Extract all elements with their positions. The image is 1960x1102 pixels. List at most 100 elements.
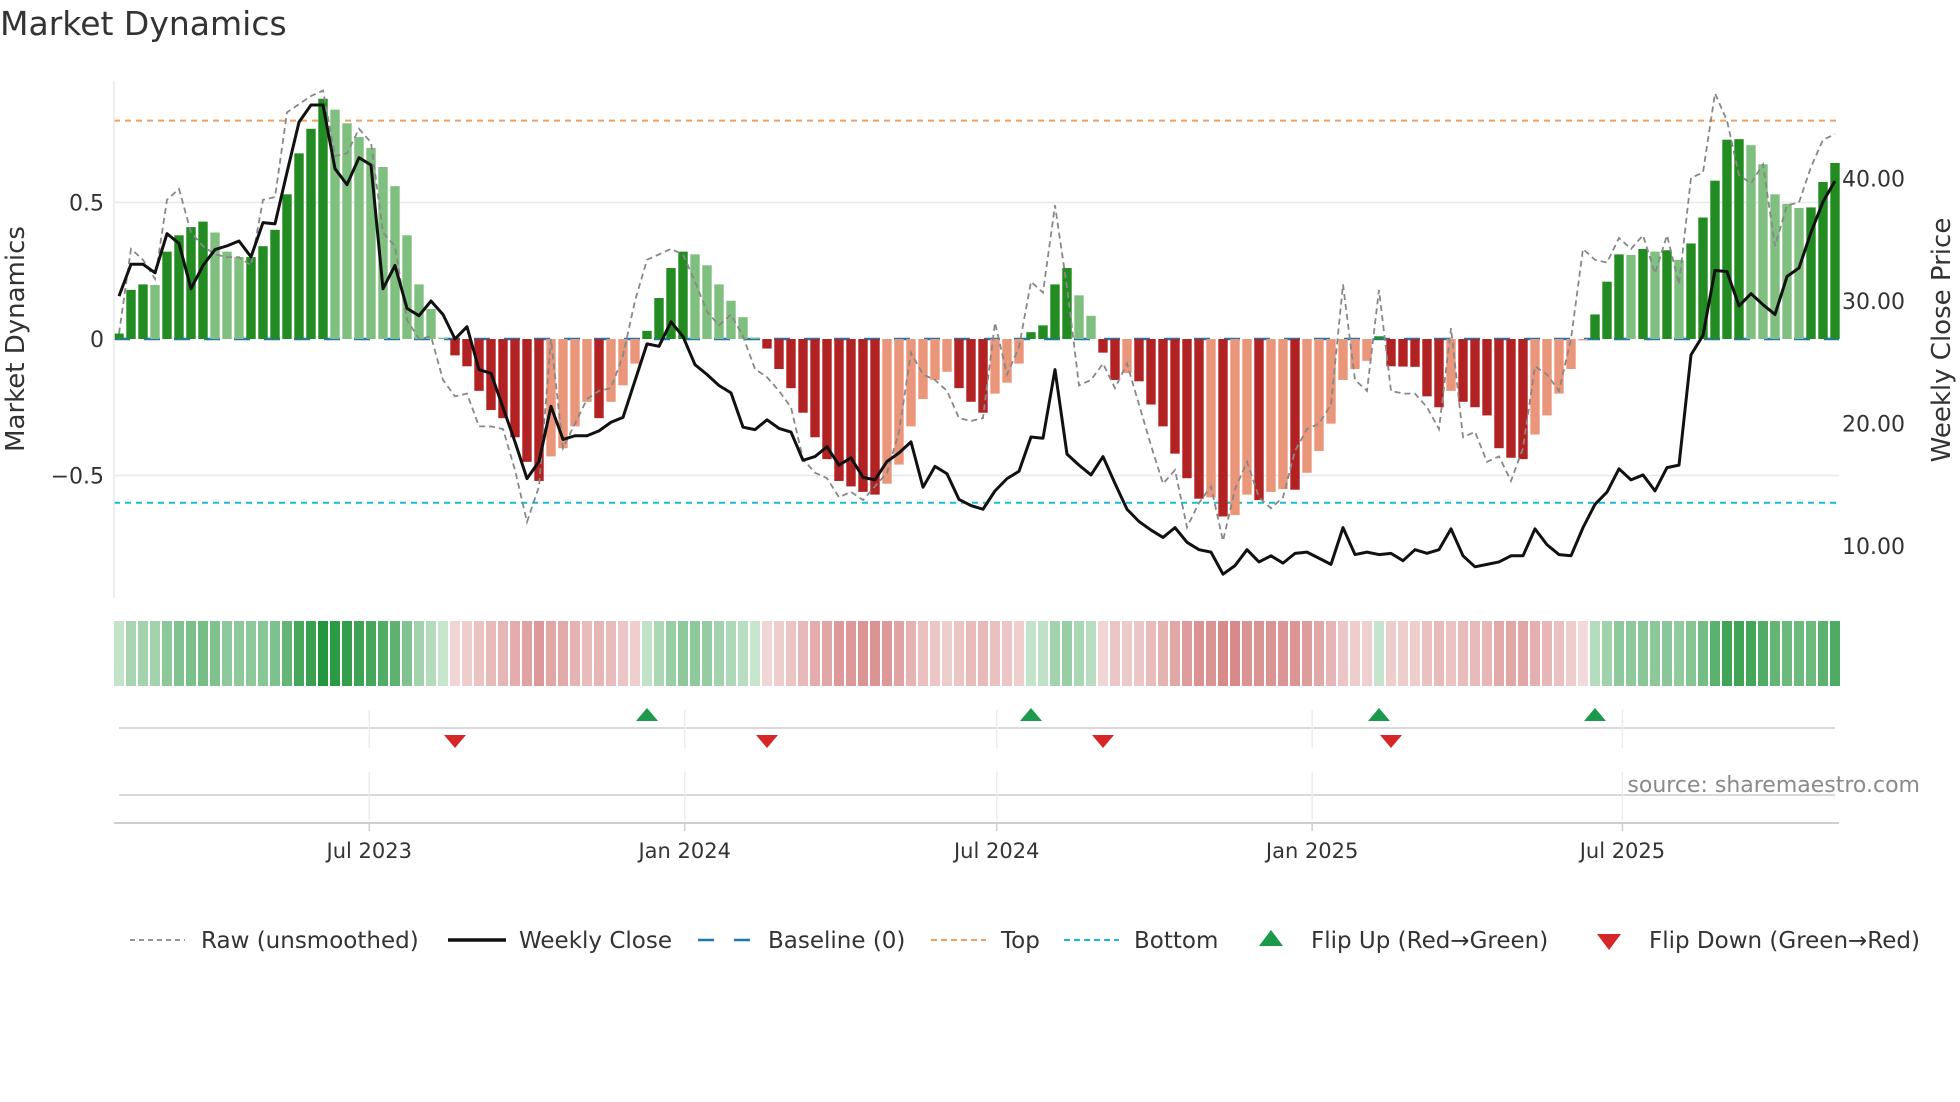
heat-strip-cell [1386,621,1396,686]
y2-tick-label: 30.00 [1842,290,1905,315]
heat-strip-cell [378,621,388,686]
heat-strip-cell [1326,621,1336,686]
heat-strip-cell [498,621,508,686]
dynamics-bar [1782,203,1792,339]
y-tick-label: 0 [90,328,104,353]
heat-strip-cell [1482,621,1492,686]
dynamics-bar [438,337,448,339]
heat-strip-cell [1002,621,1012,686]
dynamics-bar [1206,339,1216,498]
heat-strip-cell [1686,621,1696,686]
heat-strip-cell [246,621,256,686]
heat-strip-cell [474,621,484,686]
heat-strip-cell [198,621,208,686]
heat-strip-cell [1698,621,1708,686]
heat-strip-cell [750,621,760,686]
heat-strip-cell [1218,621,1228,686]
heat-strip-cell [450,621,460,686]
heat-strip-cell [1374,621,1384,686]
heat-strip-cell [258,621,268,686]
dynamics-bar [1734,139,1744,339]
dynamics-bar [1494,339,1504,449]
dynamics-bar [1026,332,1036,339]
dynamics-bar [270,229,280,339]
dynamics-bar [894,339,904,465]
heat-strip-cell [1158,621,1168,686]
heat-strip-cell [834,621,844,686]
flip-up-marker [1368,708,1390,721]
dynamics-bar [342,123,352,339]
heat-strip-cell [1026,621,1036,686]
dynamics-bar [1410,339,1420,367]
legend-label: Bottom [1134,928,1218,954]
dynamics-bar [582,339,592,402]
heat-strip-cell [186,621,196,686]
flip-down-marker [1380,735,1402,748]
dynamics-bar [1098,339,1108,353]
heat-strip-cell [1650,621,1660,686]
heat-strip-cell [1626,621,1636,686]
heat-strip-cell [1734,621,1744,686]
heat-strip-cell [1302,621,1312,686]
heat-strip-cell [1254,621,1264,686]
dynamics-bar [1578,339,1588,341]
dynamics-bar [1314,339,1324,451]
dynamics-bar [126,289,136,339]
dynamics-bar [1794,207,1804,339]
dynamics-bar [1422,339,1432,397]
heat-strip-cell [1122,621,1132,686]
dynamics-bar [978,339,988,413]
heat-strip-cell [174,621,184,686]
raw-line [118,89,1836,542]
dynamics-bar [1746,145,1756,339]
dynamics-bar [1182,339,1192,479]
heat-strip-cell [570,621,580,686]
heat-strip-cell [1506,621,1516,686]
heat-strip-cell [774,621,784,686]
heat-strip-cell [1350,621,1360,686]
legend-label: Top [1000,928,1040,954]
y-tick-label: 0.5 [69,192,104,217]
dynamics-bar [1770,194,1780,339]
heat-strip-cell [1422,621,1432,686]
heat-strip-cell [1554,621,1564,686]
dynamics-bar [930,339,940,380]
heat-strip-cell [1806,621,1816,686]
heat-strip-cell [1638,621,1648,686]
heat-strip-cell [810,621,820,686]
dynamics-bar [510,339,520,438]
heat-strip-cell [1086,621,1096,686]
dynamics-bar [1050,284,1060,339]
legend: Raw (unsmoothed) Weekly Close Baseline (0)… [130,928,1920,954]
heat-strip-cell [1674,621,1684,686]
dynamics-bar [810,339,820,438]
dynamics-bar [1362,339,1372,361]
heat-strip-cell [522,621,532,686]
dynamics-bar [450,339,460,356]
heat-strip-cell [582,621,592,686]
heat-strip-cell [426,621,436,686]
dynamics-bar [858,339,868,492]
legend-label: Flip Up (Red→Green) [1311,928,1548,954]
dynamics-bar [318,98,328,339]
dynamics-bar [1638,248,1648,339]
dynamics-bar [654,298,664,339]
dynamics-bar [966,339,976,402]
heat-strip-cell [1146,621,1156,686]
heat-strip-cell [990,621,1000,686]
dynamics-bar [594,339,604,419]
flip-down-marker [444,735,466,748]
heat-strip-cell [690,621,700,686]
heat-strip-cell [630,621,640,686]
heat-strip-cell [702,621,712,686]
dynamics-bar [1710,180,1720,339]
heat-strip-cell [762,621,772,686]
dynamics-bar [1518,339,1528,460]
x-tick-label: Jan 2025 [1264,839,1359,863]
dynamics-bar [162,251,172,339]
heat-strip-cell [654,621,664,686]
heat-strip-cell [1614,621,1624,686]
y2-axis-title: Weekly Close Price [1927,218,1957,463]
dynamics-bar [1662,250,1672,339]
dynamics-bar [750,337,760,339]
